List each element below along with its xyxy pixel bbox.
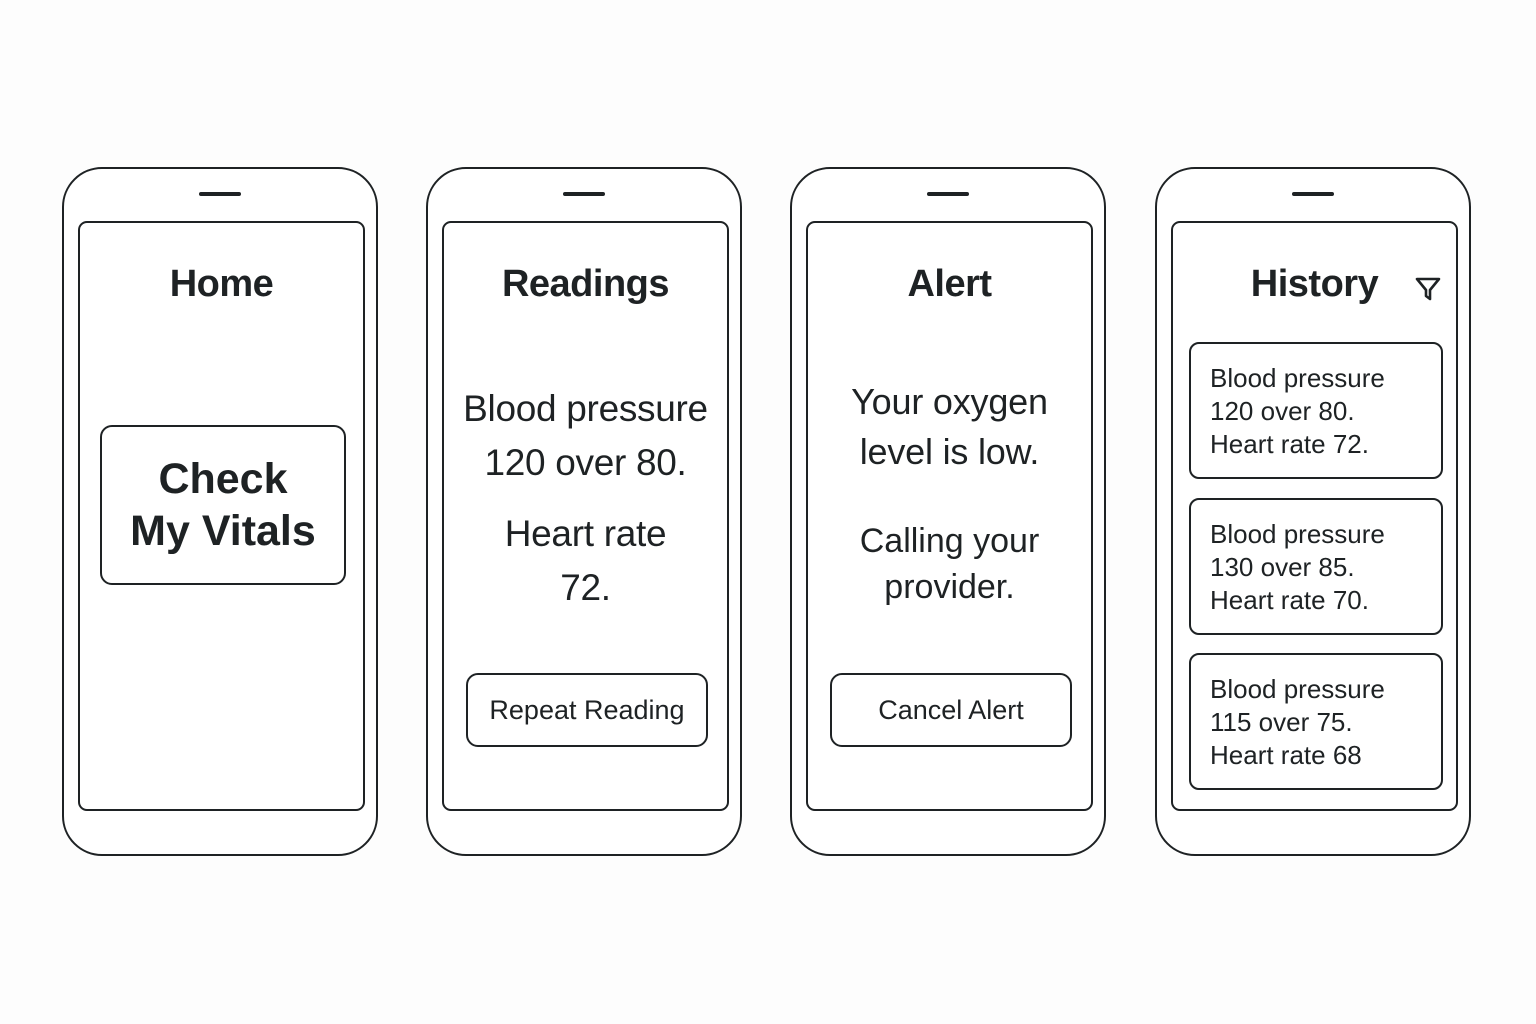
history-phone: History Blood pressure 120 over 80. Hear… — [1155, 167, 1471, 856]
home-screen: Home Check My Vitals — [78, 221, 365, 811]
blood-pressure-reading: Blood pressure 120 over 80. — [444, 382, 727, 490]
history-entry-bp-label: Blood pressure — [1210, 519, 1385, 549]
home-phone: Home Check My Vitals — [62, 167, 378, 856]
alert-message-line1: Your oxygen — [851, 381, 1048, 422]
readings-screen: Readings Blood pressure 120 over 80. Hea… — [442, 221, 729, 811]
alert-message-line2: level is low. — [859, 431, 1040, 472]
check-vitals-label-line2: My Vitals — [130, 507, 316, 555]
check-vitals-button[interactable]: Check My Vitals — [100, 425, 346, 585]
history-entry-bp-value: 130 over 85. — [1210, 552, 1355, 582]
history-entry[interactable]: Blood pressure 130 over 85. Heart rate 7… — [1189, 498, 1443, 635]
speaker-slot — [563, 192, 605, 196]
check-vitals-label-line1: Check — [158, 455, 288, 503]
history-entry-hr: Heart rate 70. — [1210, 585, 1369, 615]
bp-value: 120 over 80. — [484, 442, 687, 483]
history-entry-bp-value: 115 over 75. — [1210, 707, 1353, 737]
history-entry-hr: Heart rate 72. — [1210, 429, 1369, 459]
calling-line1: Calling your — [859, 522, 1040, 560]
page-title: Home — [169, 263, 274, 305]
heart-rate-reading: Heart rate 72. — [444, 507, 727, 615]
alert-message: Your oxygen level is low. — [808, 377, 1091, 477]
filter-icon[interactable] — [1414, 275, 1442, 303]
hr-value: 72. — [560, 567, 611, 608]
history-entry[interactable]: Blood pressure 115 over 75. Heart rate 6… — [1189, 653, 1443, 790]
speaker-slot — [199, 192, 241, 196]
cancel-alert-button[interactable]: Cancel Alert — [830, 673, 1072, 747]
page-title: Readings — [501, 263, 670, 305]
alert-screen: Alert Your oxygen level is low. Calling … — [806, 221, 1093, 811]
calling-provider-message: Calling your provider. — [808, 518, 1091, 610]
speaker-slot — [927, 192, 969, 196]
hr-label: Heart rate — [504, 513, 667, 554]
readings-phone: Readings Blood pressure 120 over 80. Hea… — [426, 167, 742, 856]
history-entry-bp-value: 120 over 80. — [1210, 396, 1355, 426]
alert-phone: Alert Your oxygen level is low. Calling … — [790, 167, 1106, 856]
history-entry-hr: Heart rate 68 — [1210, 740, 1362, 770]
repeat-reading-button[interactable]: Repeat Reading — [466, 673, 708, 747]
calling-line2: provider. — [884, 568, 1015, 606]
history-entry[interactable]: Blood pressure 120 over 80. Heart rate 7… — [1189, 342, 1443, 479]
bp-label: Blood pressure — [463, 388, 708, 429]
page-title: Alert — [907, 263, 992, 305]
history-entry-bp-label: Blood pressure — [1210, 674, 1385, 704]
history-entry-bp-label: Blood pressure — [1210, 363, 1385, 393]
speaker-slot — [1292, 192, 1334, 196]
history-screen: History Blood pressure 120 over 80. Hear… — [1171, 221, 1458, 811]
